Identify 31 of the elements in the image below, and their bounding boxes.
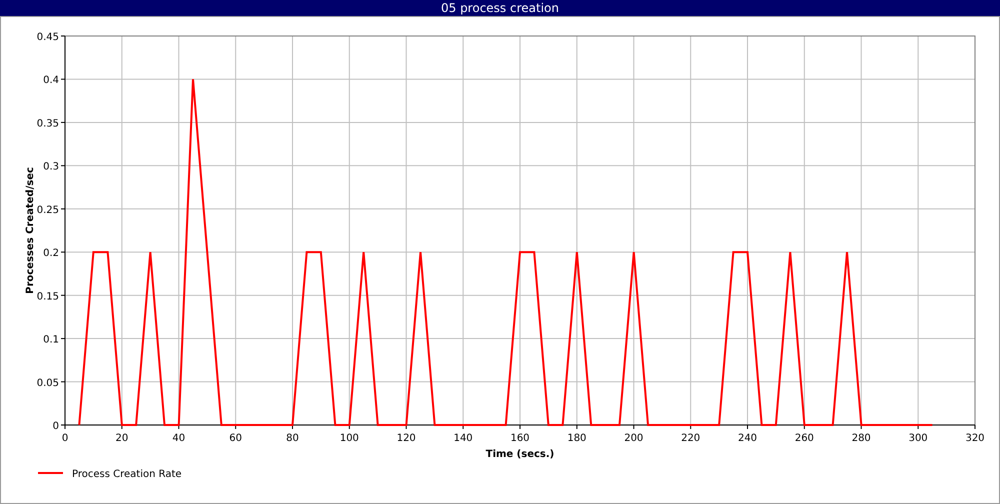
y-tick-label: 0.35 — [36, 118, 59, 130]
y-tick-label: 0.25 — [36, 204, 59, 216]
x-tick-label: 320 — [965, 433, 985, 444]
x-tick-label: 280 — [852, 433, 871, 444]
y-axis-title: Processes Created/sec — [25, 167, 36, 294]
y-tick-label: 0.15 — [36, 291, 59, 302]
legend-label: Process Creation Rate — [72, 469, 182, 480]
x-tick-label: 200 — [624, 433, 644, 444]
x-tick-label: 60 — [229, 433, 242, 444]
x-tick-label: 40 — [172, 433, 186, 444]
x-tick-label: 140 — [454, 433, 473, 444]
x-tick-label: 120 — [396, 433, 416, 444]
x-tick-label: 240 — [738, 433, 758, 444]
y-tick-label: 0.4 — [43, 75, 59, 86]
x-tick-label: 0 — [62, 433, 68, 444]
y-tick-label: 0 — [52, 421, 59, 432]
x-tick-label: 220 — [681, 433, 700, 444]
x-tick-label: 260 — [794, 433, 814, 444]
y-tick-label: 0.3 — [43, 162, 59, 173]
x-tick-label: 300 — [908, 433, 928, 444]
y-tick-label: 0.05 — [36, 378, 59, 389]
y-tick-label: 0.1 — [43, 334, 59, 346]
y-tick-label: 0.45 — [36, 32, 59, 43]
x-tick-label: 180 — [567, 433, 586, 444]
y-tick-label: 0.2 — [43, 248, 59, 260]
window-title: 05 process creation — [0, 0, 1000, 16]
x-tick-label: 80 — [286, 433, 299, 444]
x-tick-label: 160 — [510, 433, 530, 444]
x-tick-label: 100 — [340, 433, 359, 444]
x-tick-label: 20 — [116, 433, 128, 444]
x-axis-title: Time (secs.) — [486, 449, 554, 460]
